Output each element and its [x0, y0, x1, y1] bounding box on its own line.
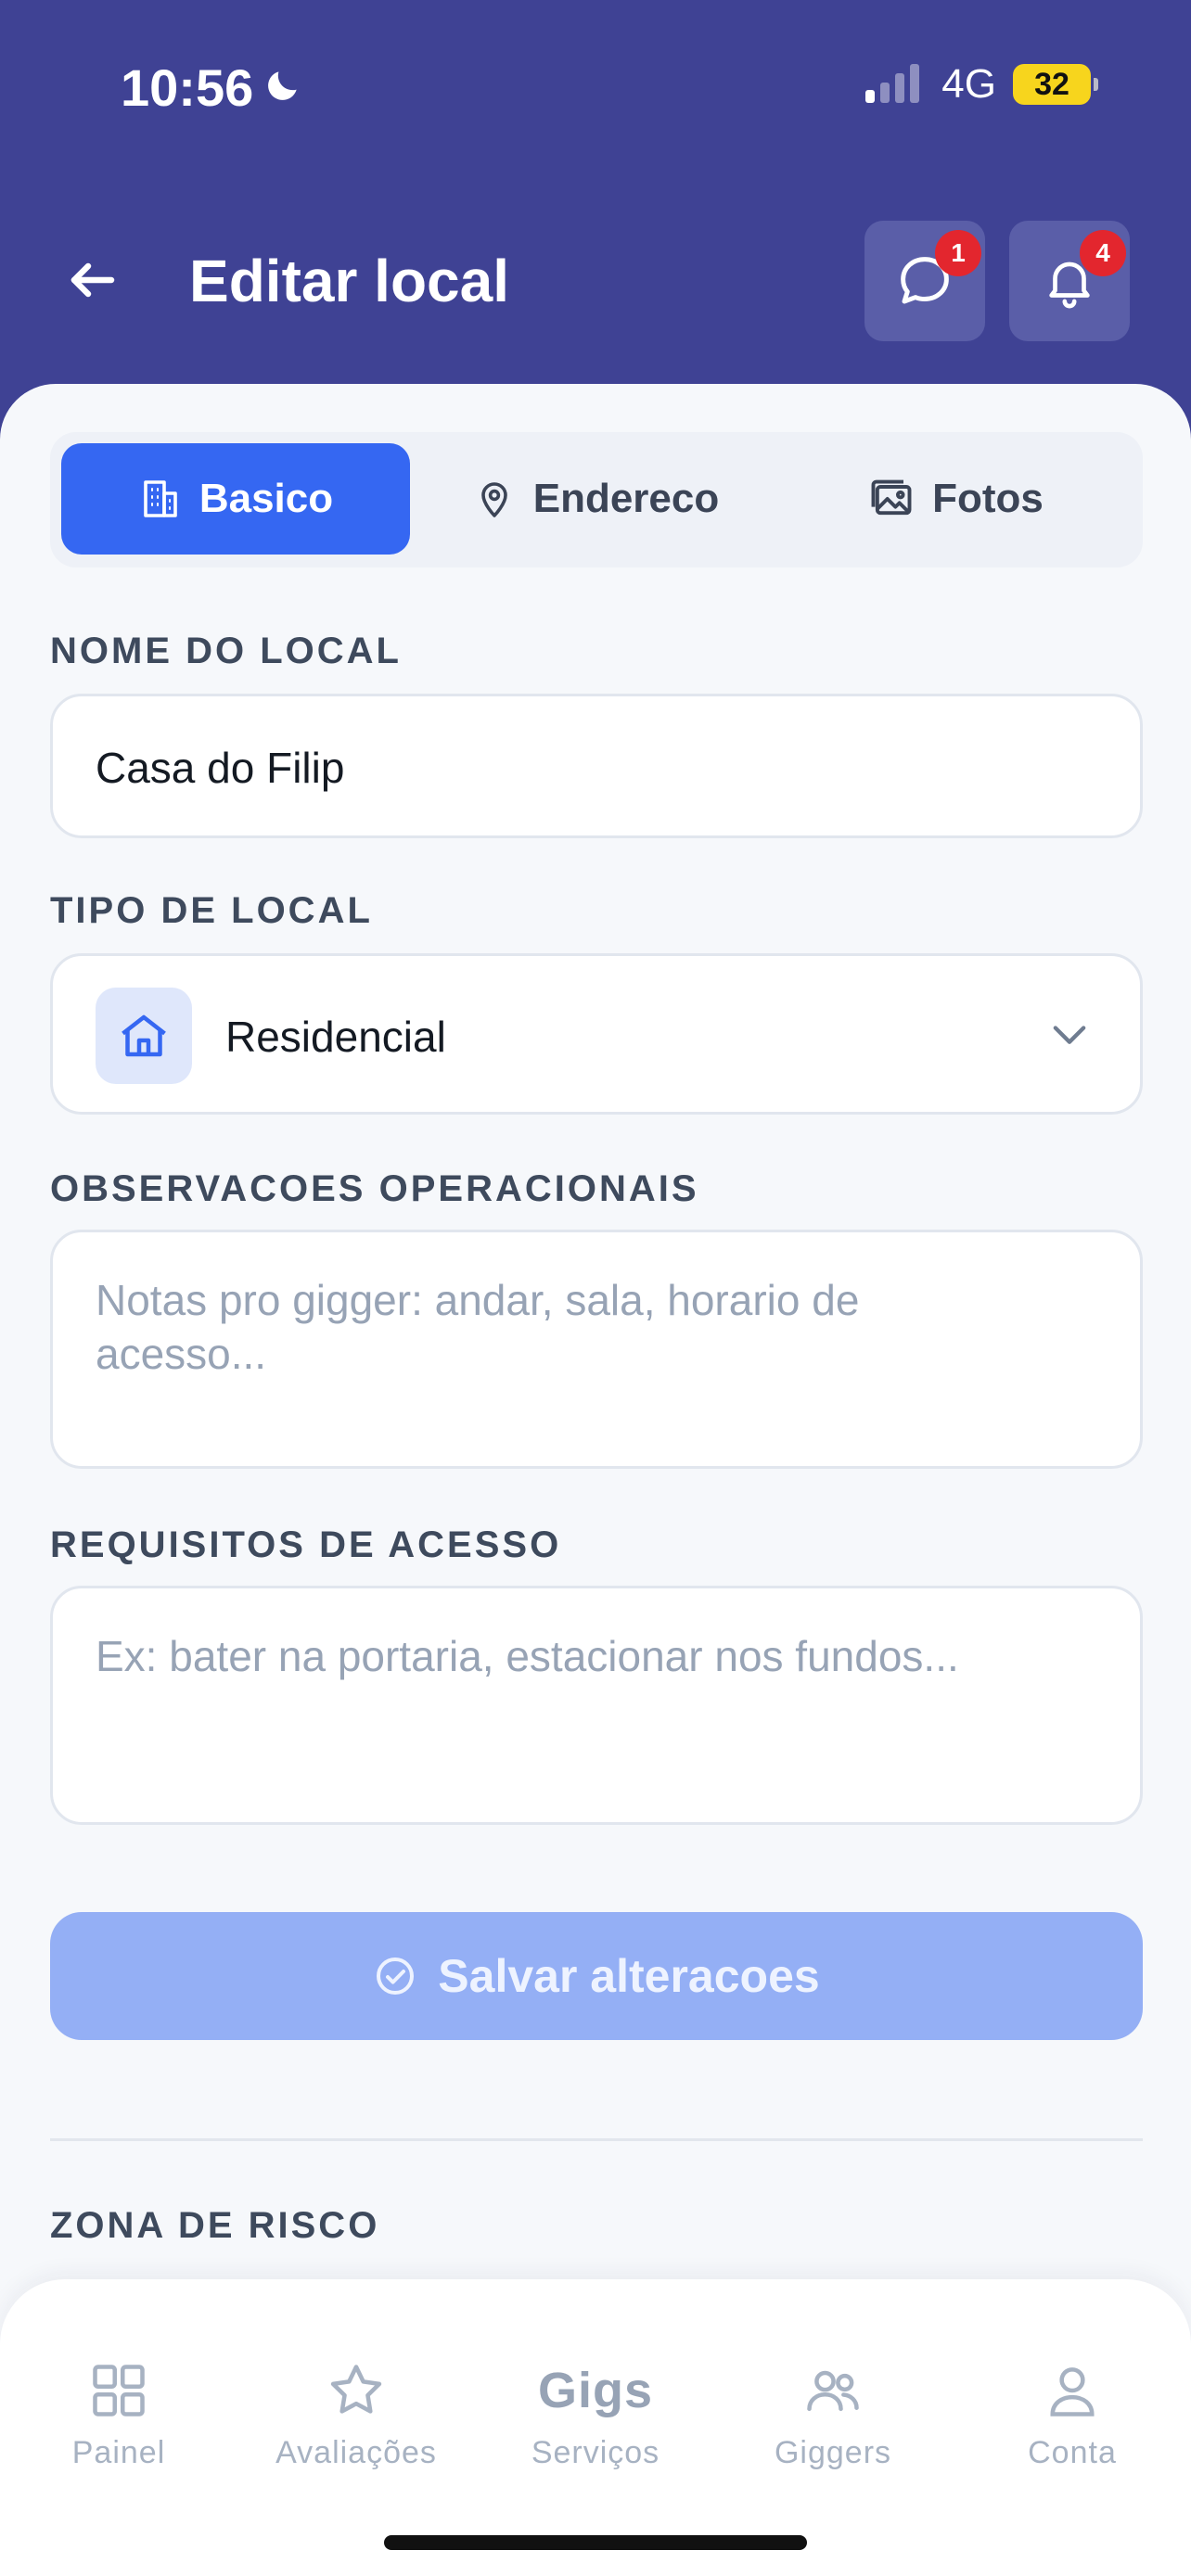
moon-icon — [263, 57, 303, 118]
notifications-badge: 4 — [1080, 230, 1126, 276]
name-input[interactable]: Casa do Filip — [50, 694, 1143, 838]
access-label: REQUISITOS DE ACESSO — [50, 1524, 562, 1565]
user-icon — [1050, 2367, 1095, 2417]
tab-basico[interactable]: Basico — [61, 443, 410, 555]
bottom-navigation: Painel Avaliações Gigs Serviços Giggers … — [0, 2279, 1191, 2576]
type-icon-box — [96, 988, 192, 1084]
gigs-logo: Gigs — [537, 2363, 654, 2418]
house-icon — [122, 1014, 166, 1057]
star-icon — [330, 2365, 382, 2414]
access-textarea[interactable]: Ex: bater na portaria, estacionar nos fu… — [50, 1586, 1143, 1825]
users-icon — [807, 2370, 859, 2412]
messages-badge: 1 — [935, 230, 981, 276]
nav-item-conta[interactable]: Conta — [970, 2359, 1174, 2471]
app-header: 10:56 4G 32 Editar local 1 4 — [0, 0, 1191, 408]
network-type: 4G — [941, 61, 996, 107]
access-placeholder: Ex: bater na portaria, estacionar nos fu… — [96, 1632, 959, 1680]
name-input-value: Casa do Filip — [96, 744, 345, 792]
nav-item-avaliacoes[interactable]: Avaliações — [254, 2359, 458, 2471]
type-select-value: Residencial — [225, 1013, 446, 1061]
building-icon — [144, 480, 177, 517]
tab-endereco[interactable]: Endereco — [421, 443, 770, 555]
type-select[interactable]: Residencial — [50, 953, 1143, 1115]
image-icon — [871, 479, 912, 516]
type-label: TIPO DE LOCAL — [50, 890, 373, 931]
check-circle-icon — [377, 1958, 415, 1995]
nav-item-servicos[interactable]: Gigs Serviços — [493, 2359, 698, 2471]
tab-fotos[interactable]: Fotos — [781, 443, 1130, 555]
messages-button[interactable]: 1 — [864, 221, 985, 341]
name-label: NOME DO LOCAL — [50, 631, 402, 671]
section-tabs: Basico Endereco Fotos — [50, 432, 1143, 567]
back-button[interactable] — [56, 243, 130, 317]
page-title: Editar local — [189, 248, 509, 314]
map-pin-icon — [480, 482, 507, 517]
home-indicator — [384, 2535, 807, 2550]
notes-textarea[interactable]: Notas pro gigger: andar, sala, horario d… — [50, 1230, 1143, 1469]
section-divider — [50, 2138, 1143, 2141]
notes-placeholder: Notas pro gigger: andar, sala, horario d… — [96, 1276, 860, 1378]
nav-item-painel[interactable]: Painel — [17, 2359, 221, 2471]
status-bar-time: 10:56 — [121, 57, 303, 118]
arrow-left-icon — [70, 262, 115, 298]
grid-icon — [93, 2365, 145, 2417]
nav-item-giggers[interactable]: Giggers — [731, 2359, 935, 2471]
status-bar-right: 4G 32 — [865, 61, 1098, 108]
signal-icon — [865, 62, 925, 108]
notifications-button[interactable]: 4 — [1009, 221, 1130, 341]
danger-zone-label: ZONA DE RISCO — [50, 2205, 380, 2246]
chevron-down-icon — [1053, 1026, 1086, 1044]
battery-indicator: 32 — [1013, 64, 1098, 105]
notes-label: OBSERVACOES OPERACIONAIS — [50, 1168, 699, 1209]
save-button[interactable]: Salvar alteracoes — [50, 1912, 1143, 2040]
